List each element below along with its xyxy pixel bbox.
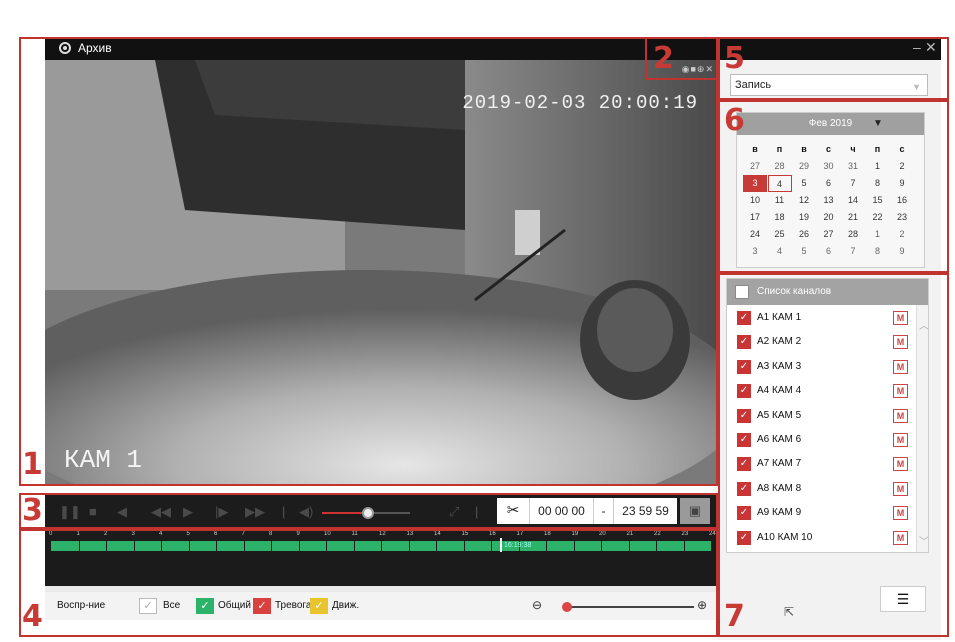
annotation-frame-1 [19,37,718,486]
annotation-frame-7 [718,273,949,637]
annotation-frame-6 [718,100,949,273]
annotation-number-1: 1 [22,447,43,482]
annotation-frame-4 [19,529,718,637]
annotation-number-2: 2 [653,41,674,76]
annotation-number-6: 6 [724,103,745,138]
annotation-frame-5 [718,37,949,100]
annotation-number-3: 3 [22,493,43,528]
annotation-number-7: 7 [724,599,745,634]
annotation-number-4: 4 [22,599,43,634]
annotation-number-5: 5 [724,41,745,76]
annotation-frame-3 [19,493,718,529]
